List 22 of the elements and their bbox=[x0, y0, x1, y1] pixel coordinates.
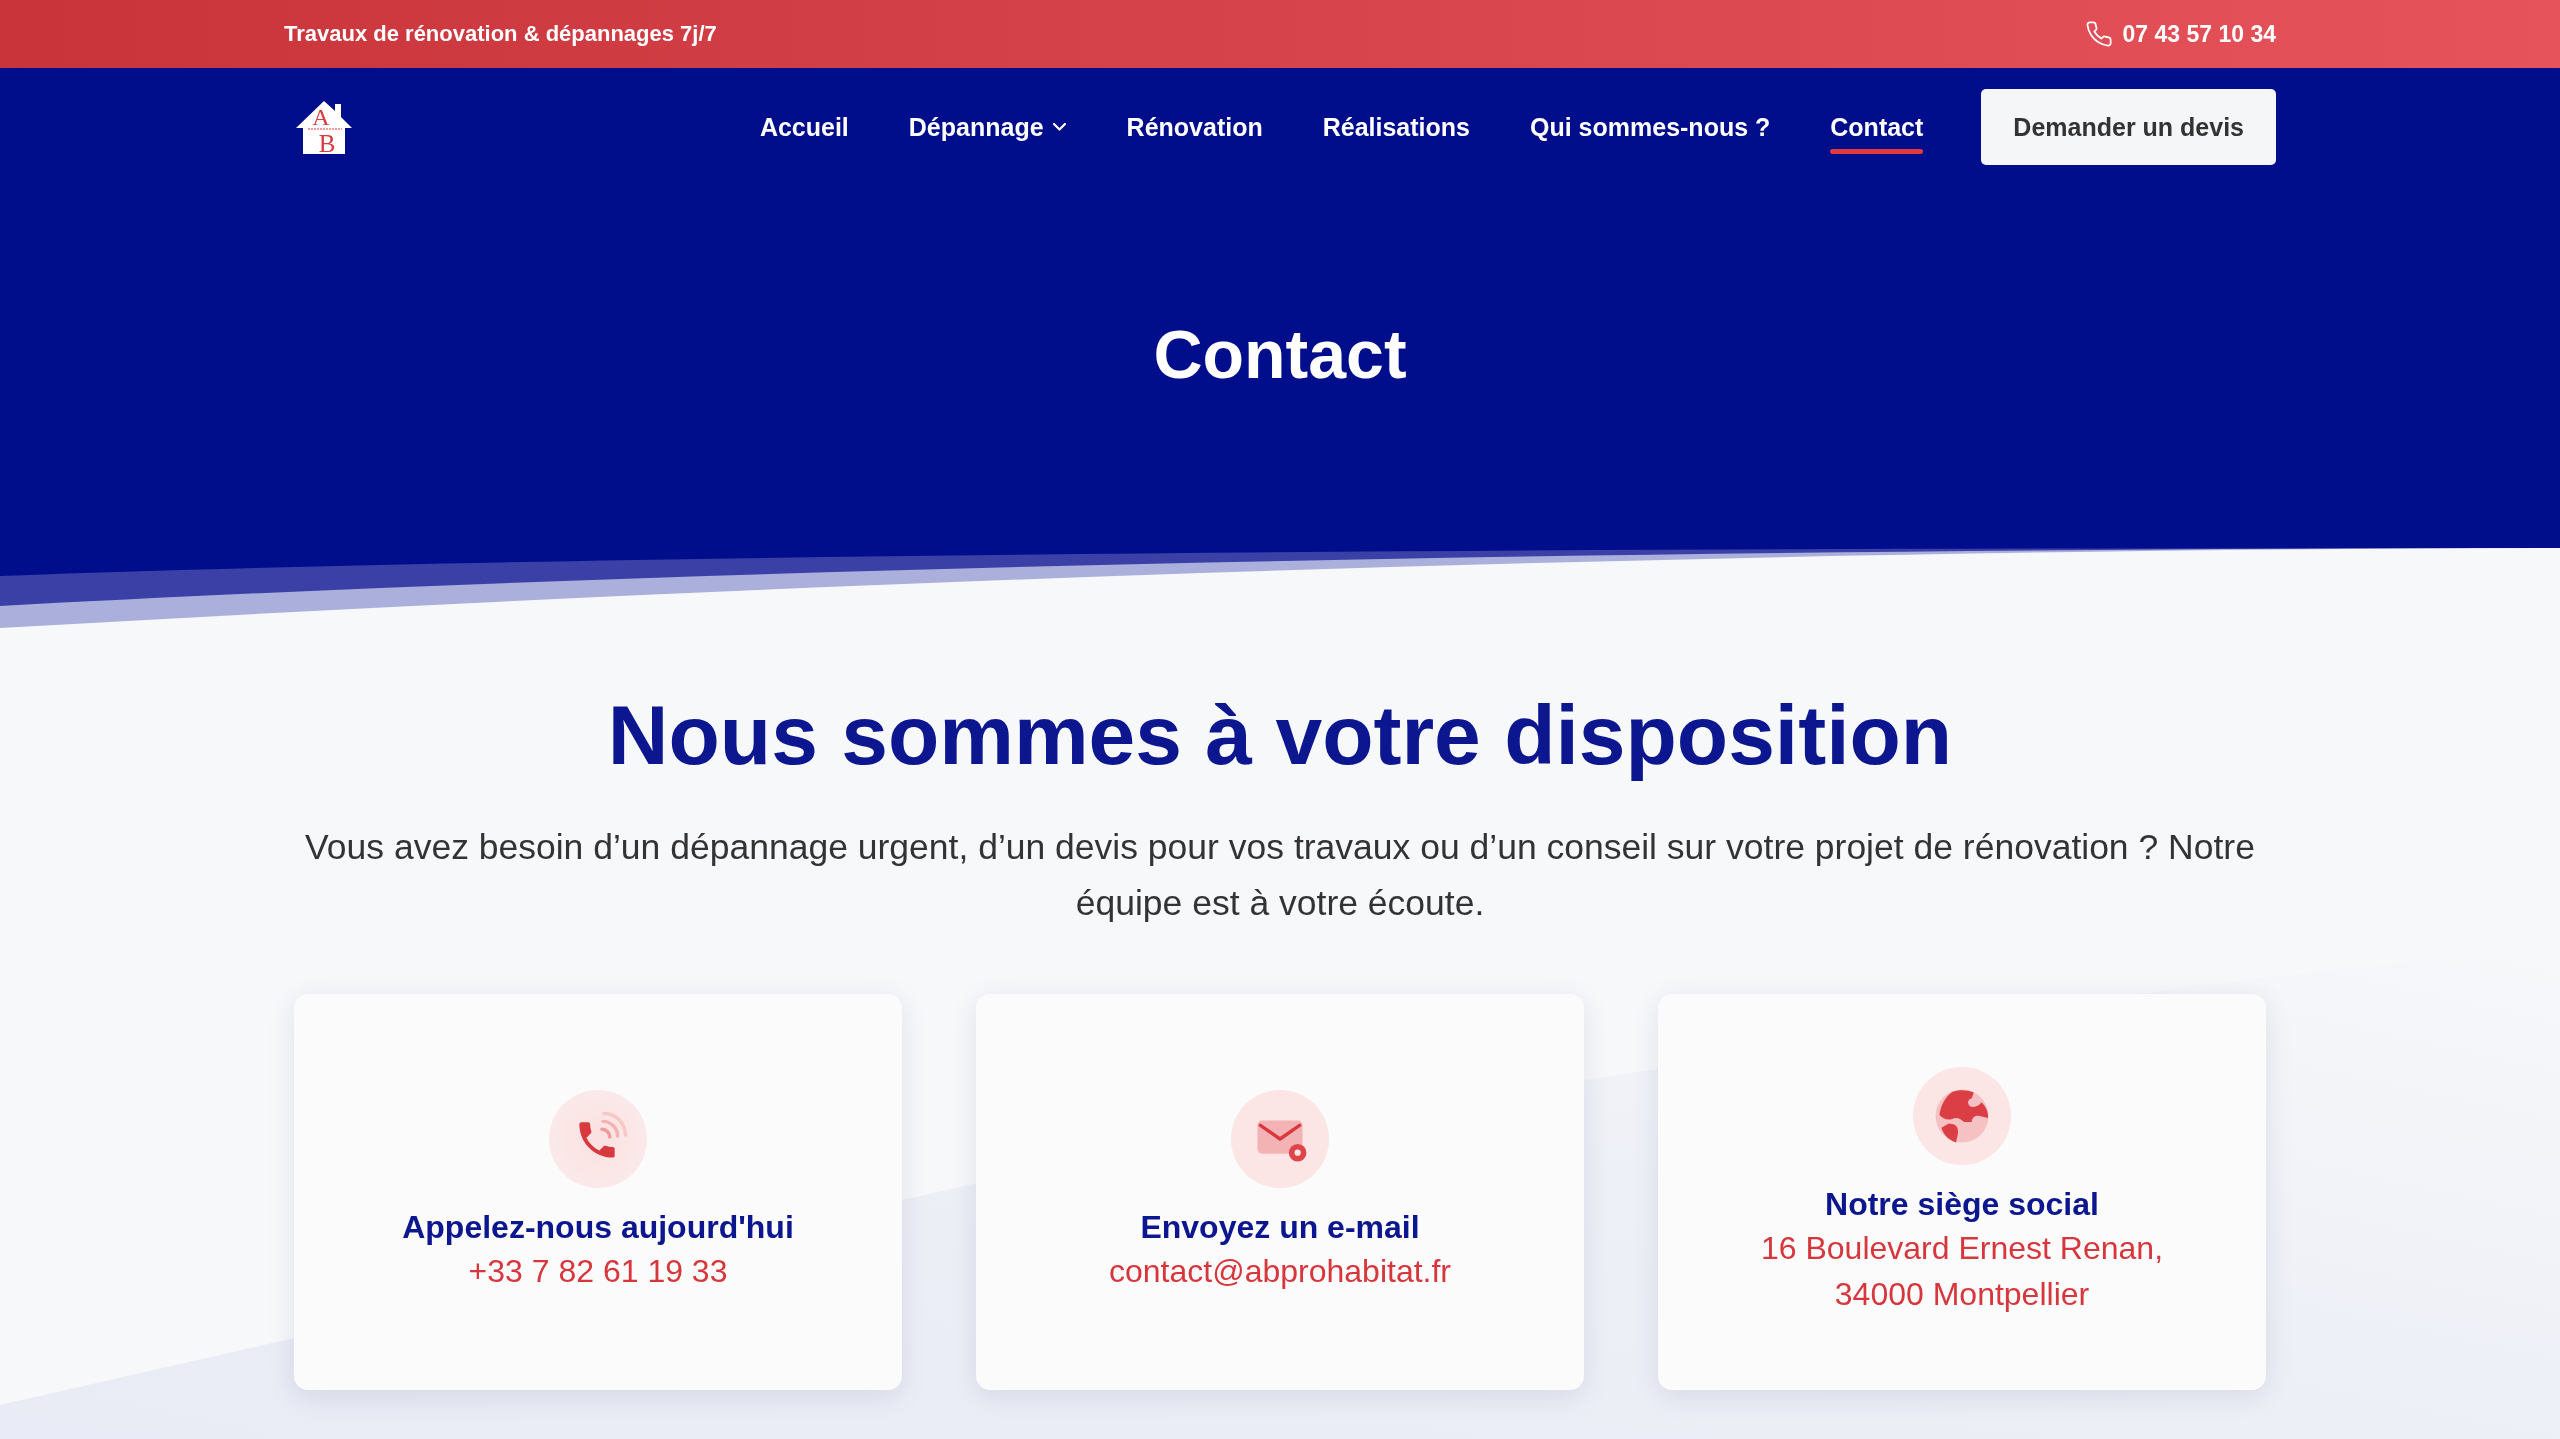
section-heading: Nous sommes à votre disposition bbox=[607, 687, 1953, 784]
envelope-icon bbox=[1231, 1090, 1329, 1188]
quote-button[interactable]: Demander un devis bbox=[1981, 89, 2276, 165]
card-title: Appelez-nous aujourd'hui bbox=[402, 1208, 794, 1247]
nav-link[interactable]: Rénovation bbox=[1126, 104, 1263, 150]
phone-icon bbox=[549, 1090, 647, 1188]
nav-link[interactable]: Dépannage bbox=[908, 104, 1067, 150]
nav-link[interactable]: Accueil bbox=[759, 104, 849, 150]
phone-link[interactable]: 07 43 57 10 34 bbox=[2084, 20, 2276, 48]
nav-link[interactable]: Qui sommes-nous ? bbox=[1530, 104, 1771, 150]
address-text: 16 Boulevard Ernest Renan, 34000 Montpellier bbox=[1761, 1229, 2163, 1314]
intro-paragraph: Vous avez besoin d’un dépannage urgent, d’un devis pour vos travaux ou d’un conseil sur votre projet de rénovation ? Notre équipe est à votre écoute. bbox=[304, 826, 2256, 925]
phone-link[interactable]: +33 7 82 61 19 33 bbox=[468, 1248, 728, 1294]
card-title: Envoyez un e-mail bbox=[1140, 1208, 1420, 1247]
logo[interactable]: A B bbox=[294, 98, 354, 156]
tagline: Travaux de rénovation & dépannages 7j/7 bbox=[284, 21, 717, 47]
page-title: Contact bbox=[1153, 315, 1407, 394]
email-link[interactable]: contact@abprohabitat.fr bbox=[1109, 1248, 1451, 1294]
nav-link[interactable]: Réalisations bbox=[1322, 104, 1470, 150]
globe-icon bbox=[1913, 1067, 2011, 1165]
phone-icon bbox=[2084, 20, 2113, 48]
card-title: Notre siège social bbox=[1825, 1185, 2099, 1224]
